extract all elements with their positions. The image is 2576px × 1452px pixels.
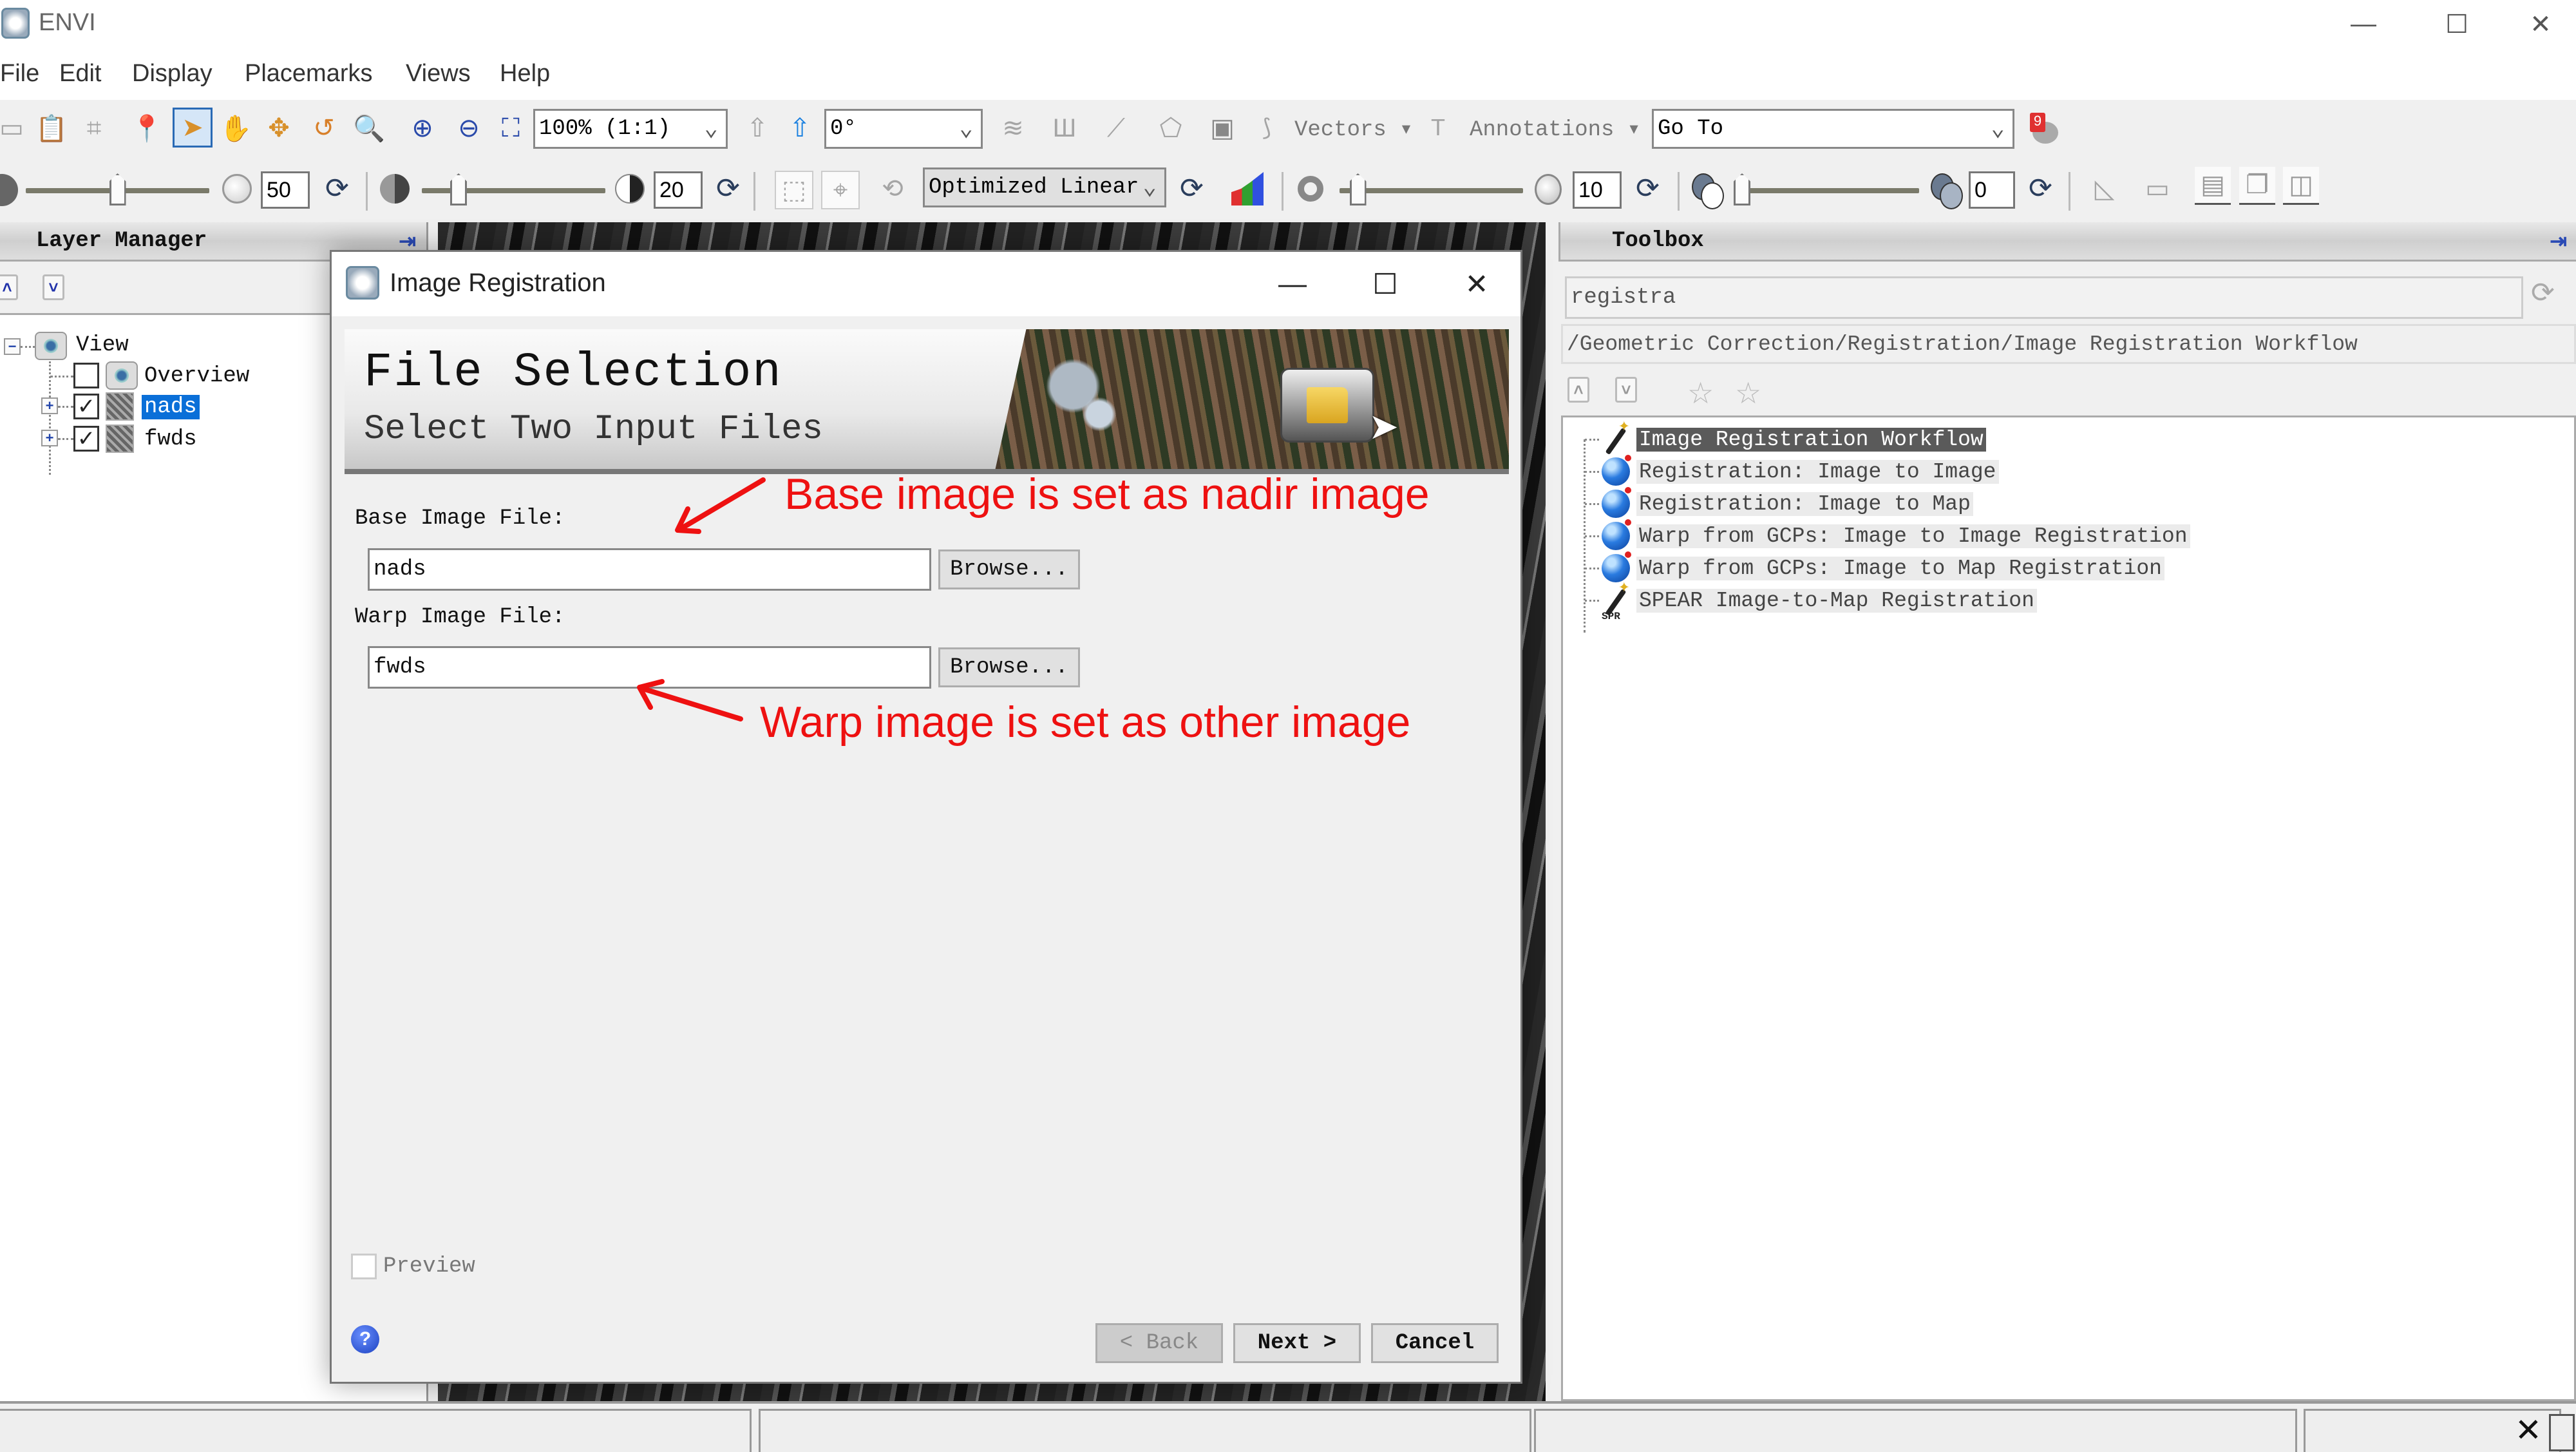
base-image-annotation: Base image is set as nadir image — [784, 470, 1430, 519]
status-resize-grip-icon[interactable] — [2549, 1414, 2575, 1451]
status-cell-3 — [1534, 1409, 2297, 1452]
warp-image-annotation: Warp image is set as other image — [760, 698, 1411, 747]
status-cell-1 — [0, 1409, 752, 1452]
base-note-arrow — [677, 477, 766, 532]
status-close-icon[interactable]: ✕ — [2515, 1411, 2542, 1449]
status-bar: ✕ — [0, 1401, 2576, 1452]
status-cell-2 — [759, 1409, 1531, 1452]
warp-note-arrow — [638, 685, 743, 721]
